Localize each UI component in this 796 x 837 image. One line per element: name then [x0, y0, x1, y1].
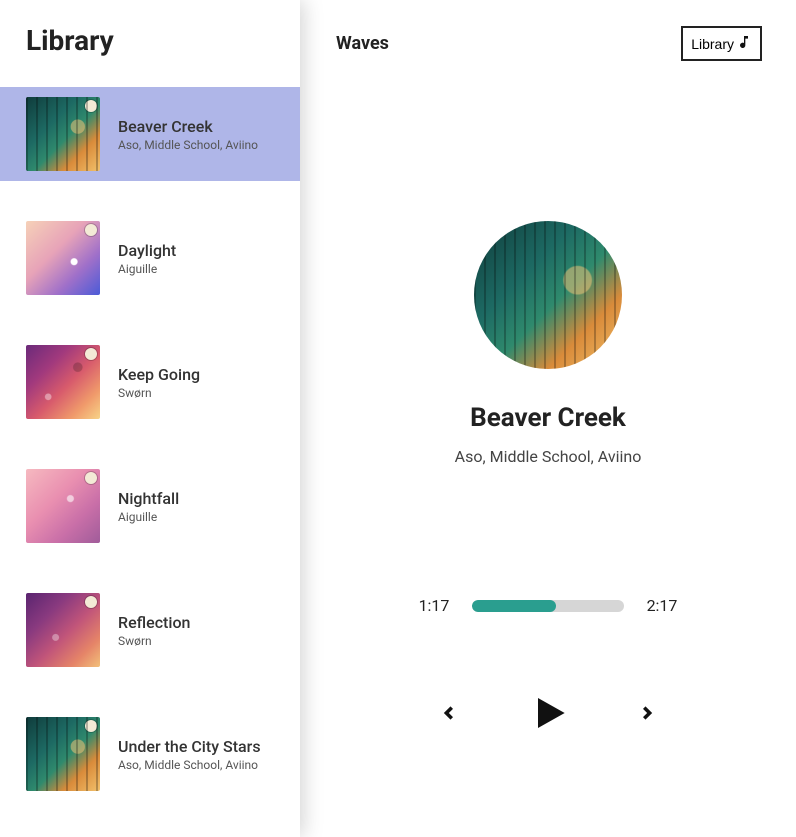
now-playing-title: Beaver Creek	[470, 403, 626, 433]
song-meta: Reflection Swørn	[118, 613, 190, 648]
song-title: Under the City Stars	[118, 737, 261, 756]
chevron-left-icon	[438, 699, 458, 731]
previous-button[interactable]	[438, 699, 458, 731]
song-cover	[26, 345, 100, 419]
song-cover	[26, 717, 100, 791]
song-meta: Nightfall Aiguille	[118, 489, 179, 524]
song-meta: Beaver Creek Aso, Middle School, Aviino	[118, 117, 258, 152]
player-panel: Waves Library Beaver Creek Aso, Middle S…	[300, 0, 796, 837]
music-icon	[736, 34, 752, 53]
song-item[interactable]: Reflection Swørn	[0, 583, 300, 677]
song-title: Beaver Creek	[118, 117, 258, 136]
player-controls	[438, 693, 658, 737]
progress-track[interactable]	[472, 600, 624, 612]
song-cover	[26, 469, 100, 543]
song-title: Reflection	[118, 613, 190, 632]
song-artist: Aiguille	[118, 510, 179, 524]
song-artist: Swørn	[118, 634, 190, 648]
now-playing-artist: Aso, Middle School, Aviino	[455, 447, 642, 466]
play-icon	[528, 693, 568, 737]
song-artist: Swørn	[118, 386, 200, 400]
time-duration: 2:17	[642, 596, 682, 615]
song-meta: Daylight Aiguille	[118, 241, 176, 276]
song-item[interactable]: Nightfall Aiguille	[0, 459, 300, 553]
song-artist: Aso, Middle School, Aviino	[118, 138, 258, 152]
song-cover	[26, 593, 100, 667]
song-cover	[26, 97, 100, 171]
next-button[interactable]	[638, 699, 658, 731]
song-meta: Under the City Stars Aso, Middle School, …	[118, 737, 261, 772]
song-title: Nightfall	[118, 489, 179, 508]
song-item[interactable]: Keep Going Swørn	[0, 335, 300, 429]
song-item[interactable]: Beaver Creek Aso, Middle School, Aviino	[0, 87, 300, 181]
song-title: Keep Going	[118, 365, 200, 384]
song-artist: Aso, Middle School, Aviino	[118, 758, 261, 772]
library-sidebar: Library Beaver Creek Aso, Middle School, …	[0, 0, 300, 837]
play-button[interactable]	[528, 693, 568, 737]
song-list: Beaver Creek Aso, Middle School, Aviino Da…	[0, 87, 300, 801]
song-cover	[26, 221, 100, 295]
song-meta: Keep Going Swørn	[118, 365, 200, 400]
library-title: Library	[0, 0, 300, 87]
now-playing-cover	[474, 221, 622, 369]
progress-row: 1:17 2:17	[414, 596, 682, 615]
library-button-label: Library	[691, 36, 734, 52]
topbar: Waves Library	[300, 0, 796, 61]
song-artist: Aiguille	[118, 262, 176, 276]
progress-fill	[472, 600, 556, 612]
now-playing: Beaver Creek Aso, Middle School, Aviino …	[300, 61, 796, 837]
app-brand: Waves	[336, 33, 389, 54]
chevron-right-icon	[638, 699, 658, 731]
time-current: 1:17	[414, 596, 454, 615]
library-button[interactable]: Library	[681, 26, 762, 61]
song-item[interactable]: Under the City Stars Aso, Middle School, …	[0, 707, 300, 801]
song-title: Daylight	[118, 241, 176, 260]
song-item[interactable]: Daylight Aiguille	[0, 211, 300, 305]
